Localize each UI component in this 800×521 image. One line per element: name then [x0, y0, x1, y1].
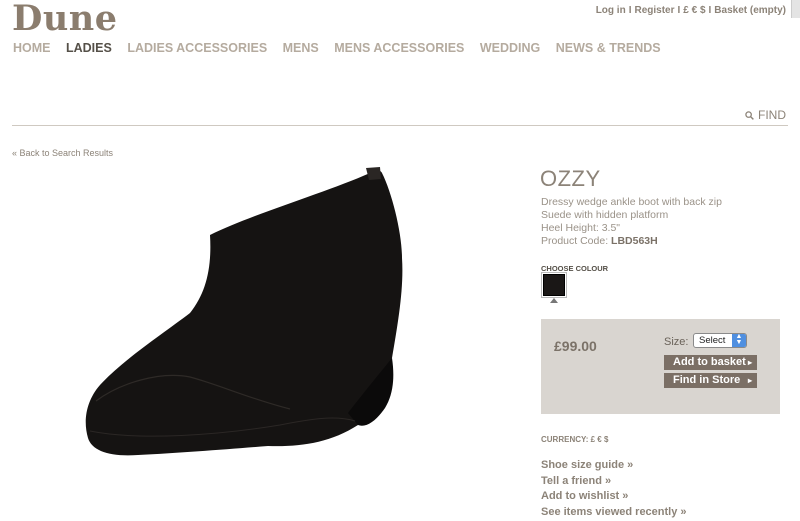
caret-right-icon: ▸ — [747, 358, 752, 367]
colour-swatch-black[interactable] — [541, 272, 567, 298]
nav-home[interactable]: HOME — [13, 41, 51, 55]
nav-ladies-accessories[interactable]: LADIES ACCESSORIES — [127, 41, 267, 55]
product-code-line: Product Code: LBD563H — [541, 235, 722, 248]
purchase-panel: £99.00 Size: Select ▲ ▼ Add to basket ▸ Fi… — [541, 319, 780, 414]
currency-switcher[interactable]: £ € $ — [683, 5, 705, 16]
nav-wedding[interactable]: WEDDING — [480, 41, 540, 55]
nav-news-trends[interactable]: NEWS & TRENDS — [556, 41, 661, 55]
description-line: Dressy wedge ankle boot with back zip — [541, 196, 722, 208]
product-title: OZZY — [540, 166, 601, 191]
find-label: FIND — [758, 108, 786, 122]
login-link[interactable]: Log in — [596, 5, 626, 16]
basket-link[interactable]: Basket (empty) — [714, 5, 786, 16]
description-line: Heel Height: 3.5" — [541, 222, 621, 234]
add-to-basket-button[interactable]: Add to basket ▸ — [664, 355, 757, 370]
shoe-size-guide-link[interactable]: Shoe size guide » — [541, 458, 687, 474]
nav-mens-accessories[interactable]: MENS ACCESSORIES — [334, 41, 464, 55]
description-line: Suede with hidden platform — [541, 209, 669, 221]
caret-right-icon: ▸ — [747, 376, 752, 385]
size-label: Size: — [664, 336, 689, 348]
find-button[interactable]: FIND — [745, 108, 786, 122]
add-to-basket-label: Add to basket — [673, 356, 746, 368]
back-to-results-link[interactable]: « Back to Search Results — [12, 148, 113, 158]
choose-colour-label: CHOOSE COLOUR — [541, 264, 609, 273]
recently-viewed-link[interactable]: See items viewed recently » — [541, 505, 687, 521]
product-price: £99.00 — [554, 338, 597, 354]
dune-logo[interactable]: Dune — [12, 0, 118, 39]
separator: I — [628, 5, 632, 16]
nav-mens[interactable]: MENS — [283, 41, 319, 55]
header-divider — [12, 125, 788, 126]
product-links: Shoe size guide » Tell a friend » Add to… — [541, 458, 687, 520]
separator: I — [677, 5, 681, 16]
tell-a-friend-link[interactable]: Tell a friend » — [541, 474, 687, 490]
nav-ladies[interactable]: LADIES — [66, 41, 112, 55]
register-link[interactable]: Register — [634, 5, 674, 16]
add-to-wishlist-link[interactable]: Add to wishlist » — [541, 489, 687, 505]
product-description: Dressy wedge ankle boot with back zip Su… — [541, 196, 722, 248]
selected-swatch-indicator — [550, 298, 558, 303]
product-image — [85, 167, 403, 456]
top-links: Log in I Register I £ € $ I Basket (empty) — [596, 5, 786, 16]
currency-selector[interactable]: CURRENCY: £ € $ — [541, 435, 608, 444]
search-icon — [745, 111, 754, 120]
size-select-value: Select — [699, 335, 726, 346]
main-nav: HOME LADIES LADIES ACCESSORIES MENS MENS… — [13, 41, 673, 55]
size-select[interactable]: Select ▲ ▼ — [693, 333, 747, 348]
separator: I — [708, 5, 712, 16]
product-code: LBD563H — [611, 235, 658, 247]
find-in-store-label: Find in Store — [673, 374, 741, 386]
find-in-store-button[interactable]: Find in Store ▸ — [664, 373, 757, 388]
scrollbar[interactable] — [791, 0, 800, 18]
product-code-label: Product Code: — [541, 235, 609, 247]
select-arrows-icon: ▲ ▼ — [732, 333, 746, 347]
